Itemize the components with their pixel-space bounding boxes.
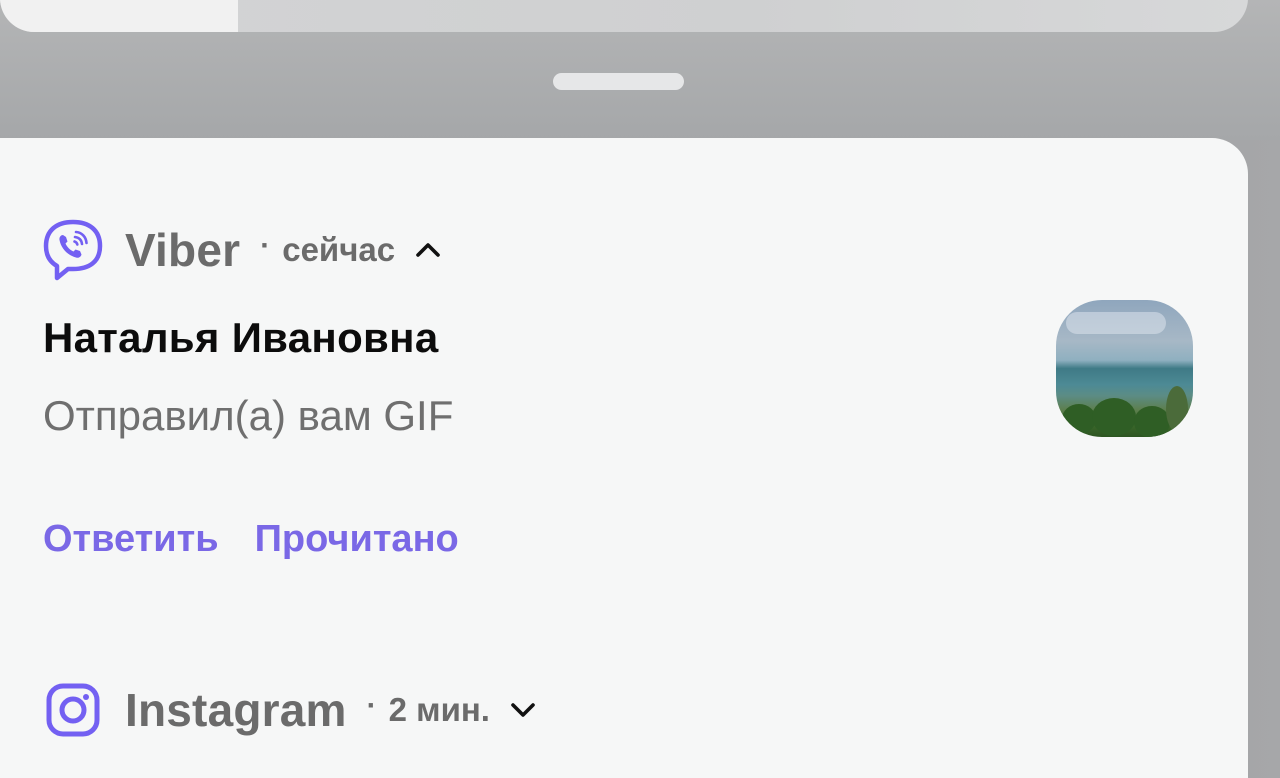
thumbnail-foliage: [1092, 398, 1136, 436]
thumbnail-foliage: [1062, 404, 1096, 434]
app-name: Instagram: [125, 684, 347, 736]
chevron-up-icon[interactable]: [415, 237, 441, 263]
previous-notification-card[interactable]: [0, 0, 1248, 32]
mark-read-button[interactable]: Прочитано: [255, 518, 459, 561]
viber-notification-header[interactable]: Viber · сейчас: [43, 218, 441, 282]
instagram-icon: [43, 679, 103, 741]
notification-time: 2 мин.: [388, 691, 490, 728]
message-text: Отправил(а) вам GIF: [43, 392, 454, 439]
reply-button[interactable]: Ответить: [43, 518, 219, 561]
notification-time: сейчас: [282, 231, 396, 268]
viber-icon: [43, 219, 103, 281]
app-name: Viber: [125, 224, 241, 276]
thumbnail-cloud: [1066, 312, 1166, 334]
notification-actions: Ответить Прочитано: [43, 518, 459, 561]
chevron-down-icon[interactable]: [510, 697, 536, 723]
previous-card-segment: [0, 0, 238, 32]
thumbnail-foliage: [1166, 386, 1188, 432]
sender-name: Наталья Ивановна: [43, 314, 439, 361]
separator-dot: ·: [366, 689, 377, 722]
drag-handle[interactable]: [553, 73, 684, 90]
instagram-notification-header[interactable]: Instagram · 2 мин.: [43, 678, 536, 742]
gif-thumbnail[interactable]: [1056, 300, 1193, 437]
thumbnail-foliage: [1134, 406, 1170, 437]
separator-dot: ·: [260, 229, 271, 262]
